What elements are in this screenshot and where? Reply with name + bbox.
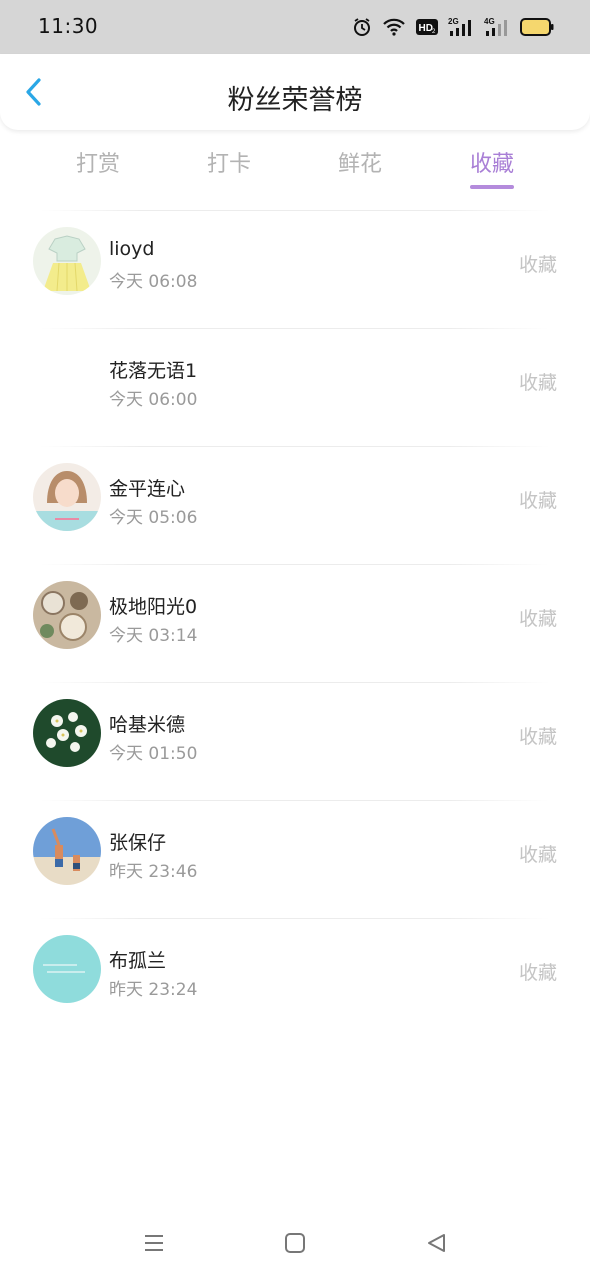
favorite-label[interactable]: 收藏: [519, 722, 557, 749]
fan-list: lioyd 今天 06:08 收藏 花落无语1 今天 06:00 收藏 金平连心…: [0, 210, 590, 1036]
divider: [40, 800, 550, 801]
user-name: 张保仔: [109, 832, 167, 854]
home-icon: [284, 1232, 306, 1258]
home-button[interactable]: [280, 1230, 310, 1260]
user-time: 今天 06:08: [109, 272, 198, 292]
alarm-icon: [352, 17, 372, 37]
user-time: 今天 06:00: [109, 390, 198, 410]
divider: [40, 918, 550, 919]
back-nav-button[interactable]: [421, 1230, 451, 1260]
user-time: 昨天 23:24: [109, 980, 198, 1000]
tab-flowers[interactable]: 鲜花: [310, 146, 410, 178]
favorite-label[interactable]: 收藏: [519, 250, 557, 277]
avatar[interactable]: [33, 463, 101, 531]
avatar[interactable]: [33, 699, 101, 767]
battery-icon: [520, 18, 554, 36]
user-name: 金平连心: [109, 478, 186, 500]
avatar[interactable]: [33, 935, 101, 1003]
hd-icon: HD 2: [416, 18, 438, 36]
tab-reward[interactable]: 打赏: [48, 146, 148, 178]
divider: [40, 682, 550, 683]
user-name: 极地阳光0: [109, 596, 198, 618]
list-item[interactable]: 布孤兰 昨天 23:24 收藏: [0, 918, 590, 1036]
divider: [40, 564, 550, 565]
user-time: 今天 03:14: [109, 626, 198, 646]
avatar[interactable]: [33, 817, 101, 885]
avatar[interactable]: [33, 581, 101, 649]
user-time: 昨天 23:46: [109, 862, 198, 882]
wifi-icon: [382, 17, 406, 37]
signal-4g-icon: 4G: [484, 16, 510, 38]
list-item[interactable]: 张保仔 昨天 23:46 收藏: [0, 800, 590, 918]
user-name: lioyd: [109, 238, 155, 260]
svg-text:HD: HD: [419, 23, 433, 34]
divider: [40, 446, 550, 447]
back-triangle-icon: [425, 1232, 447, 1258]
status-time: 11:30: [38, 14, 99, 38]
list-item[interactable]: 极地阳光0 今天 03:14 收藏: [0, 564, 590, 682]
favorite-label[interactable]: 收藏: [519, 958, 557, 985]
divider: [40, 328, 550, 329]
user-name: 布孤兰: [109, 950, 167, 972]
user-time: 今天 01:50: [109, 744, 198, 764]
status-icons: HD 2 2G 4G: [352, 14, 554, 40]
app-header: 粉丝荣誉榜: [0, 54, 590, 130]
page-title: 粉丝荣誉榜: [227, 85, 363, 116]
divider: [40, 210, 550, 211]
svg-text:2G: 2G: [448, 17, 459, 26]
tab-favorites[interactable]: 收藏: [442, 146, 542, 178]
favorite-label[interactable]: 收藏: [519, 840, 557, 867]
list-item[interactable]: 哈基米德 今天 01:50 收藏: [0, 682, 590, 800]
list-item[interactable]: 花落无语1 今天 06:00 收藏: [0, 328, 590, 446]
favorite-label[interactable]: 收藏: [519, 604, 557, 631]
signal-2g-icon: 2G: [448, 16, 474, 38]
active-tab-indicator: [470, 185, 514, 189]
menu-icon: [142, 1231, 166, 1259]
status-bar: 11:30 HD 2 2G 4G: [0, 0, 590, 54]
user-name: 哈基米德: [109, 714, 186, 736]
tab-checkin[interactable]: 打卡: [179, 146, 279, 178]
user-name: 花落无语1: [109, 360, 198, 382]
svg-text:4G: 4G: [484, 17, 495, 26]
user-time: 今天 05:06: [109, 508, 198, 528]
system-nav-bar: [0, 1210, 590, 1280]
menu-button[interactable]: [139, 1230, 169, 1260]
favorite-label[interactable]: 收藏: [519, 486, 557, 513]
favorite-label[interactable]: 收藏: [519, 368, 557, 395]
list-item[interactable]: 金平连心 今天 05:06 收藏: [0, 446, 590, 564]
avatar[interactable]: [33, 227, 101, 295]
list-item[interactable]: lioyd 今天 06:08 收藏: [0, 210, 590, 328]
